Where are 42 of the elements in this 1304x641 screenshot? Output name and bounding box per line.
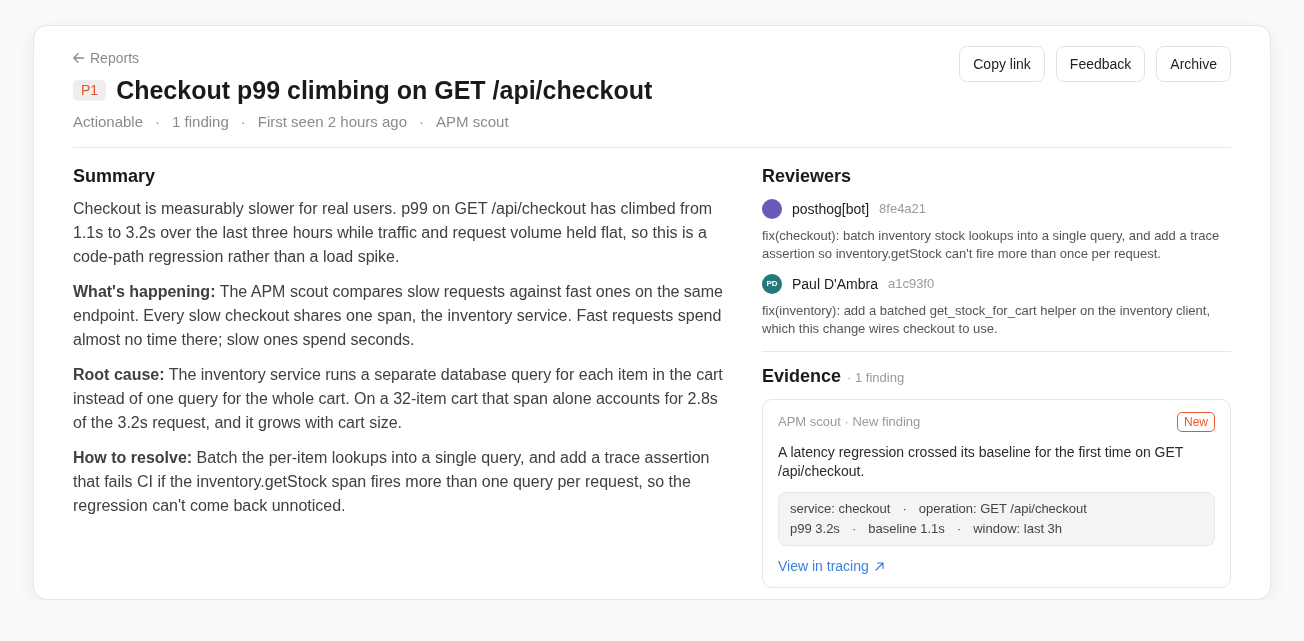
commit-hash: a1c93f0 <box>887 275 935 293</box>
initials-avatar: PD <box>762 274 782 294</box>
section-heading: Evidence <box>762 365 842 388</box>
reviewer-name: Paul D'Ambra <box>792 275 878 294</box>
meta-item: Actionable <box>73 112 144 132</box>
meta-separator: · <box>240 112 246 132</box>
summary-paragraph: Root cause: The inventory service runs a separate database query for each item in the cart instead of one query for the whole cart. On a 32-item cart that span alone accounts for 2.8s of the 3.2s request, and it grows with cart size. <box>73 365 724 433</box>
detail-separator: · <box>851 520 857 538</box>
new-badge: New <box>1177 412 1215 432</box>
detail-item: window: last 3h <box>973 520 1063 538</box>
arrow-left-icon <box>73 53 84 63</box>
summary-paragraph: How to resolve: Batch the per-item lookups into a single query, and add a trace assertion that fails CI if the inventory.getStock span fires more than one query per request, so the regression can't come back unnoticed. <box>73 448 711 516</box>
action-button[interactable]: Archive <box>1156 46 1231 82</box>
reviewer-name: posthog[bot] <box>792 200 870 219</box>
section-heading: Reviewers <box>762 165 853 188</box>
commit-message: fix(inventory): add a batched get_stock_for_cart helper on the inventory client, which this change wires checkout to use. <box>762 302 1212 338</box>
detail-item: p99 3.2s <box>790 520 840 538</box>
view-in-tracing-link[interactable]: View in tracing <box>778 556 884 576</box>
priority-badge: P1 <box>73 79 107 101</box>
finding-source: APM scout · New finding <box>778 413 921 431</box>
detail-separator: · <box>902 500 907 518</box>
detail-item: baseline 1.1s <box>868 520 945 538</box>
back-link[interactable]: Reports <box>73 48 140 68</box>
meta-separator: · <box>155 112 161 132</box>
meta-item: APM scout <box>436 112 509 132</box>
summary-paragraph: What's happening: The APM scout compares slow requests against fast ones on the same endpoint. Every slow checkout shares one span, the inventory service. Fast requests spend almost no time there; slow ones spend seconds. <box>73 282 724 350</box>
summary-paragraph: Checkout is measurably slower for real users. p99 on GET /api/checkout has climbed from 1.1s to 3.2s over the last three hours while traffic and request volume held flat, so this is a code-path regression rather than a load spike. <box>73 199 714 267</box>
action-button[interactable]: Copy link <box>959 46 1045 82</box>
commit-message: fix(checkout): batch inventory stock lookups into a single query, and add a trace assertion so inventory.getStock can't fire more than once per request. <box>762 227 1221 263</box>
detail-item: operation: GET /api/checkout <box>918 500 1087 518</box>
commit-hash: 8fe4a21 <box>879 200 927 218</box>
arrow-up-right-icon <box>874 561 884 571</box>
section-heading: Summary <box>73 165 157 188</box>
detail-separator: · <box>956 520 962 538</box>
meta-item: First seen 2 hours ago <box>257 112 408 132</box>
meta-item: 1 finding <box>172 112 229 132</box>
meta-separator: · <box>419 112 425 132</box>
finding-count: · 1 finding <box>847 369 905 387</box>
report-title: Checkout p99 climbing on GET /api/checkout <box>116 75 653 106</box>
finding-description: A latency regression crossed its baseline for the first time on GET /api/checkout. <box>778 443 1185 481</box>
detail-item: service: checkout <box>790 500 891 518</box>
action-button[interactable]: Feedback <box>1055 46 1146 82</box>
